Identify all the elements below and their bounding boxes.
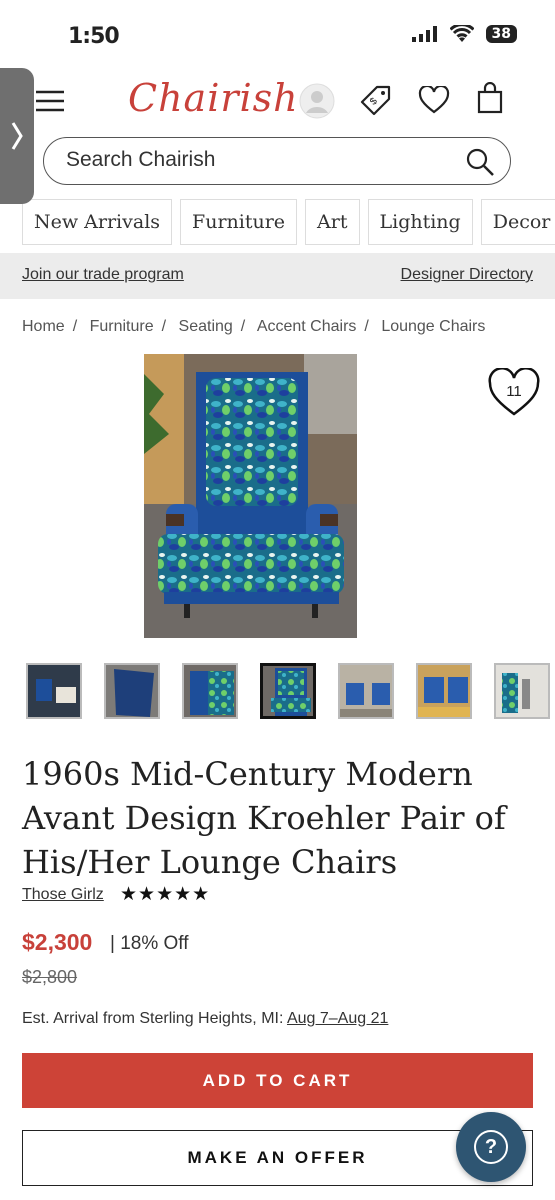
original-price: $2,800 [22, 967, 78, 987]
join-trade-program-link[interactable]: Join our trade program [22, 266, 184, 284]
category-decor[interactable]: Decor [480, 199, 555, 245]
seller-link[interactable]: Those Girlz [22, 886, 104, 904]
search-input[interactable] [66, 148, 446, 172]
breadcrumb: Home / Furniture / Seating / Accent Chairs /… [22, 318, 486, 335]
breadcrumb-furniture[interactable]: Furniture [90, 318, 154, 335]
arrival-label: Est. Arrival from Sterling Heights, MI: [22, 1010, 284, 1027]
search-icon[interactable] [464, 146, 496, 178]
status-time: 1:50 [68, 24, 120, 49]
price-tag-icon[interactable]: $ [360, 84, 392, 116]
category-new-arrivals[interactable]: New Arrivals [22, 199, 173, 245]
shopping-bag-icon[interactable] [476, 82, 504, 114]
thumbnail-1[interactable] [26, 663, 82, 719]
help-icon: ? [474, 1130, 508, 1164]
breadcrumb-lounge-chairs[interactable]: Lounge Chairs [381, 318, 485, 335]
account-icon[interactable] [298, 82, 336, 120]
category-nav: New Arrivals Furniture Art Lighting Deco… [22, 199, 555, 245]
battery-indicator: 38 [485, 25, 517, 43]
thumbnail-strip [26, 663, 555, 719]
favorite-count: 11 [506, 383, 522, 400]
breadcrumb-seating[interactable]: Seating [179, 318, 233, 335]
wifi-icon [449, 25, 474, 42]
category-art[interactable]: Art [305, 199, 360, 245]
help-button[interactable]: ? [456, 1112, 526, 1182]
product-price: $2,300 [22, 929, 93, 955]
thumbnail-4[interactable] [260, 663, 316, 719]
chair-photo [144, 354, 357, 638]
product-main-image[interactable] [144, 354, 357, 638]
seller-rating-stars: ★★★★★ [120, 884, 211, 905]
discount-label: | 18% Off [110, 933, 189, 954]
product-title: 1960s Mid-Century Modern Avant Design Kr… [22, 755, 506, 881]
status-icons: 38 [411, 25, 517, 43]
site-header: Chairish $ [0, 70, 555, 132]
designer-directory-link[interactable]: Designer Directory [401, 266, 533, 284]
heart-icon[interactable] [418, 86, 450, 114]
side-panel-handle[interactable] [0, 68, 34, 204]
hamburger-icon[interactable] [34, 88, 66, 114]
category-furniture[interactable]: Furniture [180, 199, 298, 245]
favorite-button[interactable]: 11 [487, 366, 543, 420]
search-bar[interactable] [43, 137, 511, 185]
category-lighting[interactable]: Lighting [367, 199, 473, 245]
breadcrumb-home[interactable]: Home [22, 318, 65, 335]
chairish-logo[interactable]: Chairish [128, 76, 299, 120]
arrival-dates-link[interactable]: Aug 7–Aug 21 [287, 1010, 388, 1027]
estimated-arrival: Est. Arrival from Sterling Heights, MI: … [22, 1010, 388, 1028]
thumbnail-3[interactable] [182, 663, 238, 719]
add-to-cart-button[interactable]: ADD TO CART [22, 1053, 533, 1108]
signal-icon [411, 26, 437, 42]
status-bar: 1:50 38 [0, 0, 555, 70]
chevron-right-icon [11, 122, 23, 150]
thumbnail-6[interactable] [416, 663, 472, 719]
trade-bar: Join our trade program Designer Director… [0, 253, 555, 299]
svg-text:$: $ [368, 96, 380, 108]
thumbnail-5[interactable] [338, 663, 394, 719]
thumbnail-7[interactable] [494, 663, 550, 719]
thumbnail-2[interactable] [104, 663, 160, 719]
breadcrumb-accent-chairs[interactable]: Accent Chairs [257, 318, 357, 335]
